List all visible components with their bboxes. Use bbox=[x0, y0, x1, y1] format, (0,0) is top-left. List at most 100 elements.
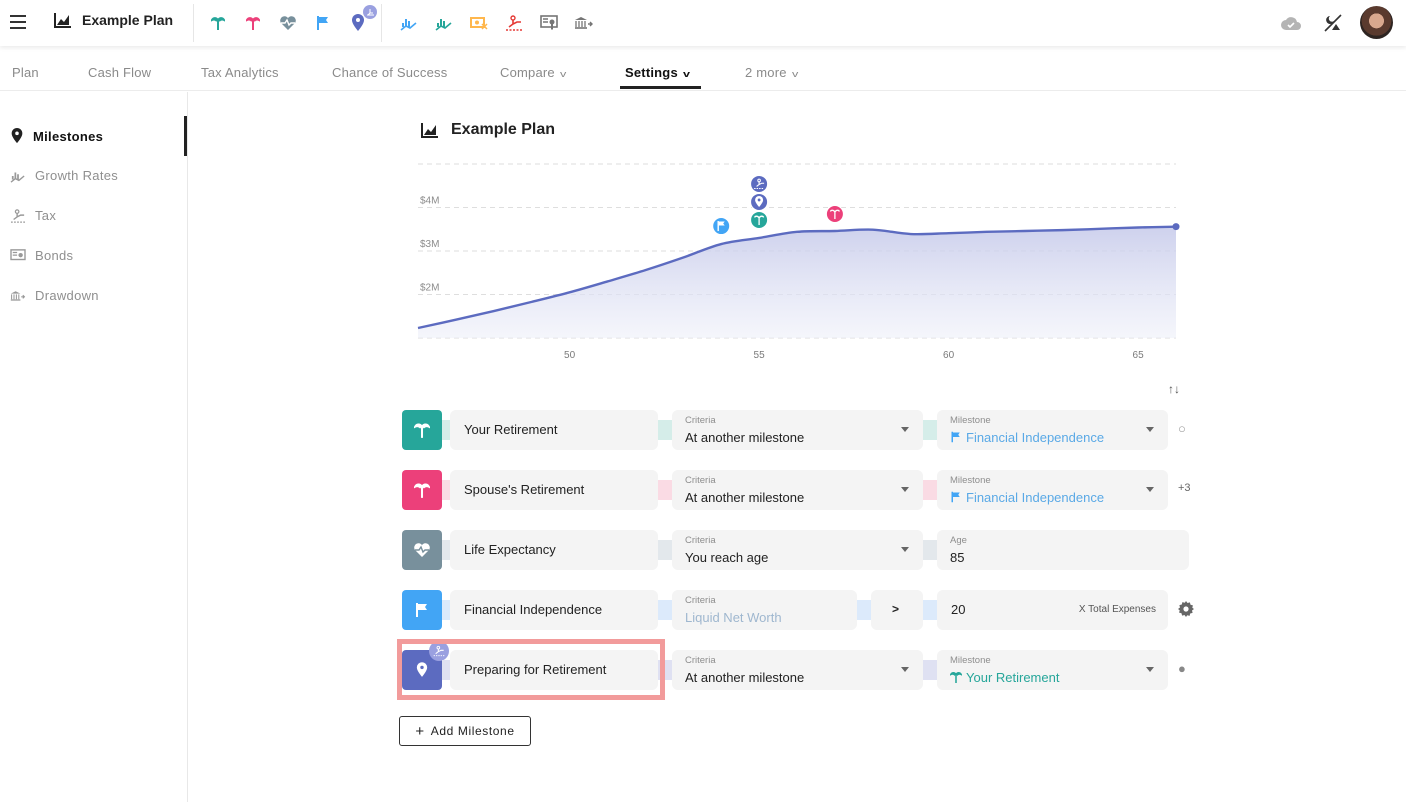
tab-label: Tax Analytics bbox=[201, 65, 279, 80]
flag-icon[interactable] bbox=[312, 12, 334, 34]
tab-cash-flow[interactable]: Cash Flow bbox=[88, 65, 151, 80]
bonds-certificate-icon[interactable] bbox=[538, 12, 560, 34]
growth-rates-teal-icon[interactable] bbox=[433, 12, 455, 34]
field-label: Milestone bbox=[950, 655, 991, 666]
tab-chance-of-success[interactable]: Chance of Success bbox=[332, 65, 447, 80]
theme-toggle-icon[interactable] bbox=[1322, 12, 1344, 34]
field-label: Criteria bbox=[685, 655, 716, 666]
tab-settings[interactable]: Settings v bbox=[625, 65, 690, 80]
milestone-marker[interactable] bbox=[825, 204, 844, 223]
milestone-icon-button[interactable] bbox=[402, 590, 442, 630]
sidebar-item-tax[interactable]: Tax bbox=[10, 208, 56, 223]
age-input[interactable]: Age 85 bbox=[937, 530, 1189, 570]
plan-title: Example Plan bbox=[451, 121, 556, 138]
top-app-bar: Example Plan bbox=[0, 0, 1406, 46]
milestone-icon-button[interactable] bbox=[402, 530, 442, 570]
connector bbox=[923, 600, 937, 620]
y-tick-label: $2M bbox=[420, 283, 439, 294]
palm-tree-icon bbox=[949, 672, 963, 683]
dropdown-caret-icon bbox=[1146, 427, 1154, 432]
criteria-select[interactable]: Criteria At another milestone bbox=[672, 470, 923, 510]
milestone-name-field[interactable]: Spouse's Retirement bbox=[450, 470, 658, 510]
flag-icon bbox=[416, 603, 427, 617]
milestone-icon-button[interactable] bbox=[402, 470, 442, 510]
tab-bar: Plan Cash Flow Tax Analytics Chance of S… bbox=[0, 52, 1406, 91]
empty-circle-indicator[interactable]: ○ bbox=[1178, 421, 1186, 436]
bank-drawdown-icon bbox=[10, 290, 26, 301]
money-x-icon[interactable] bbox=[468, 12, 490, 34]
dropdown-caret-icon bbox=[901, 487, 909, 492]
cloud-check-icon[interactable] bbox=[1280, 12, 1302, 34]
active-tab-indicator bbox=[620, 86, 701, 89]
criteria-select[interactable]: Criteria Liquid Net Worth bbox=[672, 590, 857, 630]
menu-icon[interactable] bbox=[10, 15, 26, 29]
tab-more[interactable]: 2 more v bbox=[745, 65, 799, 80]
chevron-down-icon: v bbox=[791, 69, 799, 79]
app-title: Example Plan bbox=[82, 12, 174, 28]
sidebar-item-milestones[interactable]: Milestones bbox=[10, 128, 103, 144]
milestone-marker[interactable] bbox=[750, 192, 769, 211]
linked-count-badge[interactable]: +3 bbox=[1178, 482, 1191, 494]
milestone-name-field[interactable]: Your Retirement bbox=[450, 410, 658, 450]
connector bbox=[658, 540, 672, 560]
target-value: Financial Independence bbox=[966, 430, 1105, 445]
field-label: Criteria bbox=[685, 475, 716, 486]
criteria-select[interactable]: Criteria You reach age bbox=[672, 530, 923, 570]
target-milestone-select[interactable]: Milestone Financial Independence bbox=[937, 470, 1168, 510]
milestone-marker[interactable] bbox=[712, 217, 731, 236]
add-milestone-label: Add Milestone bbox=[430, 724, 515, 738]
multiplier-input[interactable]: 20 X Total Expenses bbox=[937, 590, 1168, 630]
sidebar-item-label: Milestones bbox=[33, 128, 104, 144]
bank-drawdown-icon[interactable] bbox=[573, 12, 595, 34]
palm-tree-pink-icon[interactable] bbox=[242, 12, 264, 34]
sidebar-item-drawdown[interactable]: Drawdown bbox=[10, 288, 99, 303]
location-pin-icon bbox=[416, 662, 428, 677]
gear-icon[interactable] bbox=[1178, 601, 1194, 620]
tax-scissors-icon[interactable] bbox=[503, 12, 525, 34]
connector bbox=[923, 420, 937, 440]
x-tick-label: 65 bbox=[1133, 350, 1145, 361]
milestone-marker[interactable] bbox=[750, 174, 769, 193]
add-milestone-button[interactable]: + Add Milestone bbox=[399, 716, 531, 746]
palm-tree-teal-icon[interactable] bbox=[207, 12, 229, 34]
milestone-name: Life Expectancy bbox=[464, 542, 556, 557]
tab-tax-analytics[interactable]: Tax Analytics bbox=[201, 65, 279, 80]
location-pin-icon[interactable] bbox=[347, 5, 377, 34]
divider bbox=[193, 4, 194, 42]
tab-plan[interactable]: Plan bbox=[12, 65, 39, 80]
connector bbox=[658, 600, 672, 620]
sort-icon[interactable]: ↑↓ bbox=[1168, 382, 1180, 396]
user-avatar[interactable] bbox=[1360, 6, 1393, 39]
tab-compare[interactable]: Compare v bbox=[500, 65, 566, 80]
net-worth-area bbox=[418, 226, 1176, 338]
milestone-name-field[interactable]: Preparing for Retirement bbox=[450, 650, 658, 690]
milestone-name-field[interactable]: Life Expectancy bbox=[450, 530, 658, 570]
field-label: Milestone bbox=[950, 475, 991, 486]
series-end-point[interactable] bbox=[1172, 223, 1180, 231]
heart-pulse-icon[interactable] bbox=[277, 12, 299, 34]
tab-label: Settings bbox=[625, 65, 678, 80]
operator-select[interactable]: > bbox=[871, 590, 923, 630]
y-tick-label: $3M bbox=[420, 239, 439, 250]
dropdown-caret-icon bbox=[1146, 667, 1154, 672]
sidebar-item-bonds[interactable]: Bonds bbox=[10, 248, 73, 263]
field-label: Age bbox=[950, 535, 967, 546]
criteria-value: At another milestone bbox=[685, 670, 805, 685]
filled-circle-indicator[interactable]: ● bbox=[1178, 661, 1186, 676]
connector bbox=[658, 480, 672, 500]
sidebar-item-growth-rates[interactable]: Growth Rates bbox=[10, 168, 118, 183]
criteria-select[interactable]: Criteria At another milestone bbox=[672, 410, 923, 450]
connector bbox=[923, 660, 937, 680]
target-milestone-select[interactable]: Milestone Your Retirement bbox=[937, 650, 1168, 690]
operator-value: > bbox=[892, 602, 900, 616]
growth-rates-blue-icon[interactable] bbox=[398, 12, 420, 34]
criteria-select[interactable]: Criteria At another milestone bbox=[672, 650, 923, 690]
target-milestone-select[interactable]: Milestone Financial Independence bbox=[937, 410, 1168, 450]
sidebar-item-label: Drawdown bbox=[35, 288, 99, 303]
milestone-marker[interactable] bbox=[750, 210, 769, 229]
milestone-name-field[interactable]: Financial Independence bbox=[450, 590, 658, 630]
sidebar-item-label: Growth Rates bbox=[35, 168, 119, 183]
field-label: Criteria bbox=[685, 415, 716, 426]
milestone-icon-button[interactable] bbox=[402, 410, 442, 450]
brand[interactable]: Example Plan bbox=[54, 12, 173, 28]
